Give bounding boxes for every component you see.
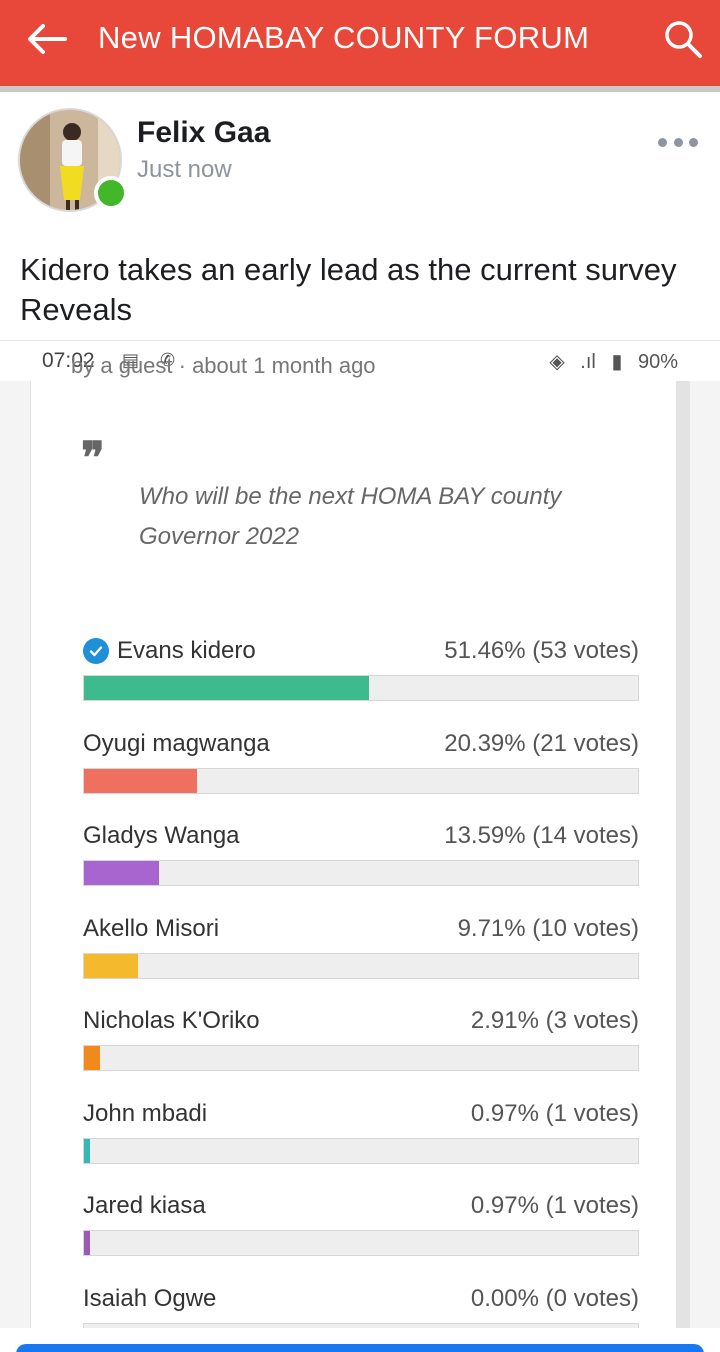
- poll-option-result: 0.00% (0 votes): [470, 1284, 639, 1312]
- poll-question: Who will be the next HOMA BAY county Gov…: [139, 483, 562, 550]
- poll-card: by a guest · about 1 month ago ❞ Who wil…: [30, 353, 690, 1328]
- poll-option-name: Isaiah Ogwe: [83, 1284, 217, 1312]
- poll-bar-track: [83, 860, 639, 886]
- search-button[interactable]: [660, 16, 706, 62]
- check-circle-icon: [83, 638, 109, 664]
- poll-option[interactable]: Gladys Wanga 13.59% (14 votes): [83, 822, 639, 906]
- poll-bar-track: [83, 767, 639, 794]
- poll-bar-track: [83, 1230, 639, 1256]
- poll-option-result: 20.39% (21 votes): [444, 729, 639, 757]
- poll-option-result: 0.97% (1 votes): [470, 1099, 639, 1127]
- poll-option-result: 9.71% (10 votes): [457, 914, 639, 942]
- battery-level: 90%: [637, 351, 678, 373]
- poll-bar-fill: [84, 1138, 90, 1163]
- poll-option-name: Jared kiasa: [83, 1192, 206, 1219]
- poll-option[interactable]: Jared kiasa 0.97% (1 votes): [83, 1192, 639, 1276]
- poll-option-name: Nicholas K'Oriko: [83, 1007, 260, 1034]
- quote-icon: ❞: [81, 433, 105, 484]
- poll-bar-fill: [84, 953, 138, 978]
- poll-option-result: 13.59% (14 votes): [444, 822, 639, 849]
- poll-bar-fill: [84, 768, 197, 793]
- poll-option-result: 2.91% (3 votes): [470, 1007, 639, 1034]
- poll-bar-track: [83, 952, 639, 979]
- signal-icon: .ıl: [580, 351, 596, 373]
- poll-option[interactable]: Oyugi magwanga 20.39% (21 votes): [83, 730, 639, 814]
- status-icons: ◈ .ıl ▮ 90%: [539, 349, 678, 374]
- poll-option[interactable]: Evans kidero 51.46% (53 votes): [83, 637, 639, 721]
- post-timestamp[interactable]: Just now: [137, 156, 232, 184]
- poll-option-result: 0.97% (1 votes): [470, 1192, 639, 1219]
- post-text: Kidero takes an early lead as the curren…: [20, 252, 677, 327]
- app-bar: New HOMABAY COUNTY FORUM: [0, 0, 720, 86]
- poll-option-name: Akello Misori: [83, 914, 220, 942]
- poll-option-name: John mbadi: [83, 1099, 208, 1127]
- poll-bar-track: [83, 675, 639, 701]
- more-options-button[interactable]: [658, 132, 698, 152]
- poll-bar-track: [83, 1137, 639, 1164]
- poll-option[interactable]: Nicholas K'Oriko 2.91% (3 votes): [83, 1007, 639, 1091]
- poll-option-name: Gladys Wanga: [83, 822, 240, 849]
- poll-option-name: Oyugi magwanga: [83, 729, 270, 757]
- search-icon: [665, 21, 702, 58]
- arrow-left-icon: [28, 24, 67, 54]
- author-name[interactable]: Felix Gaa: [137, 116, 270, 150]
- vibrate-icon: ◈: [549, 351, 565, 373]
- poll-bar-track: [83, 1322, 639, 1328]
- poll-meta: by a guest · about 1 month ago: [71, 353, 376, 378]
- poll-option-result: 51.46% (53 votes): [444, 637, 639, 664]
- poll-option[interactable]: Akello Misori 9.71% (10 votes): [83, 915, 639, 999]
- poll-bar-fill: [84, 676, 370, 700]
- more-horizontal-icon: [658, 137, 667, 147]
- poll-bar-fill: [84, 861, 160, 885]
- poll-bar-track: [83, 1045, 639, 1071]
- online-status-dot: [94, 176, 128, 210]
- group-title: New HOMABAY COUNTY FORUM: [98, 20, 590, 55]
- battery-icon: ▮: [611, 351, 623, 373]
- poll-bar-fill: [84, 1046, 101, 1070]
- poll-bar-fill: [84, 1231, 90, 1255]
- action-button-edge[interactable]: [16, 1344, 704, 1352]
- poll-option[interactable]: Isaiah Ogwe 0.00% (0 votes): [83, 1284, 639, 1328]
- attached-screenshot[interactable]: 07:02 ▤ ✆ ◈ .ıl ▮ 90% by a guest · about…: [0, 340, 720, 1328]
- back-button[interactable]: [22, 18, 72, 60]
- post-header: Felix Gaa Just now: [0, 92, 720, 232]
- poll-option-name: Evans kidero: [117, 637, 256, 664]
- poll-option[interactable]: John mbadi 0.97% (1 votes): [83, 1100, 639, 1184]
